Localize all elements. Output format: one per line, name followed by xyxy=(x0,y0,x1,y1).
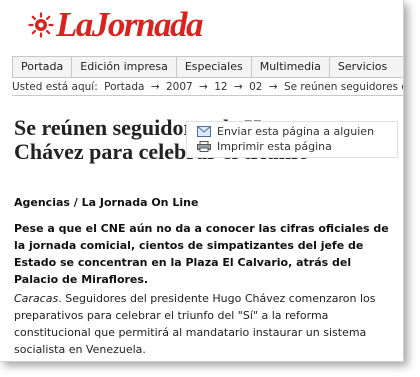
print-page-label: Imprimir esta página xyxy=(217,140,332,153)
breadcrumb-item-portada[interactable]: Portada xyxy=(104,81,144,93)
site-header: LaJornada xyxy=(0,0,403,52)
nav-item-multimedia[interactable]: Multimedia xyxy=(250,57,329,77)
breadcrumb: Usted está aquí: Portada → 2007 → 12 → 0… xyxy=(12,79,403,96)
article-body: Caracas. Seguidores del presidente Hugo … xyxy=(14,290,394,358)
breadcrumb-prefix: Usted está aquí: xyxy=(12,81,98,93)
printer-icon xyxy=(197,141,211,152)
breadcrumb-separator: → xyxy=(268,81,278,93)
nav-item-portada[interactable]: Portada xyxy=(12,57,71,77)
nav-item-servicios[interactable]: Servicios xyxy=(328,57,395,77)
breadcrumb-separator: → xyxy=(233,81,243,93)
article-dateline: Caracas xyxy=(14,292,59,305)
envelope-icon xyxy=(197,126,211,137)
article-byline: Agencias / La Jornada On Line xyxy=(14,196,199,209)
main-nav: Portada Edición impresa Especiales Multi… xyxy=(12,56,403,78)
article-body-text: . Seguidores del presidente Hugo Chávez … xyxy=(14,292,376,356)
send-page-link[interactable]: Enviar esta página a alguien xyxy=(197,124,387,139)
breadcrumb-separator: → xyxy=(150,81,160,93)
breadcrumb-separator: → xyxy=(199,81,208,93)
site-logo[interactable]: LaJornada xyxy=(28,5,203,45)
page-frame: LaJornada Portada Edición impresa Especi… xyxy=(0,0,404,362)
article-tools: Enviar esta página a alguien Imprimir es… xyxy=(186,121,398,158)
print-page-link[interactable]: Imprimir esta página xyxy=(197,139,387,154)
breadcrumb-item-month[interactable]: 12 xyxy=(214,81,227,93)
nav-item-especiales[interactable]: Especiales xyxy=(175,57,251,77)
sun-logo-icon xyxy=(28,12,54,38)
nav-item-edicion-impresa[interactable]: Edición impresa xyxy=(71,57,176,77)
send-page-label: Enviar esta página a alguien xyxy=(217,125,375,138)
logo-text: LaJornada xyxy=(56,5,203,44)
breadcrumb-item-year[interactable]: 2007 xyxy=(166,81,193,93)
breadcrumb-item-day[interactable]: 02 xyxy=(249,81,262,93)
breadcrumb-current: Se reúnen seguidores de xyxy=(283,81,403,93)
article-lead: Pese a que el CNE aún no da a conocer la… xyxy=(14,222,389,286)
